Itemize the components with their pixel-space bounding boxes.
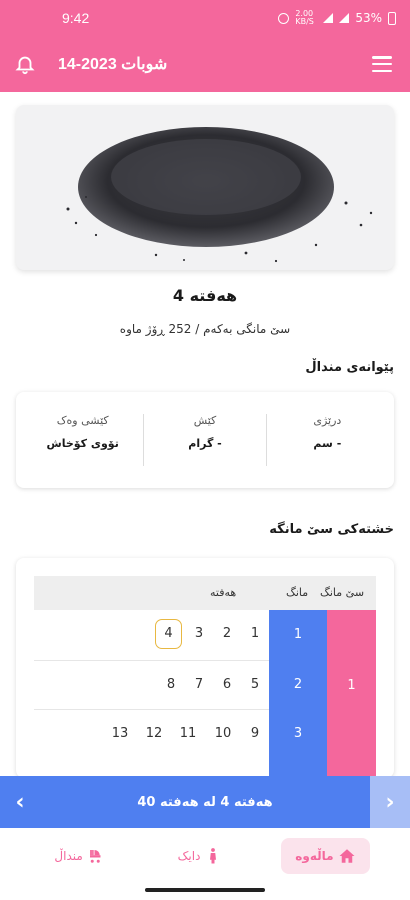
tab-baby[interactable]: منداڵ <box>40 838 118 874</box>
app-bar: 14-2023 شوبات <box>0 36 410 92</box>
week-cell[interactable]: 7 <box>187 677 211 692</box>
alarm-icon <box>278 12 290 24</box>
header-trimester: سێ مانگ <box>320 586 365 599</box>
home-icon <box>339 849 355 863</box>
month-column: 1 2 3 <box>269 610 327 778</box>
tab-home-label: ماڵەوە <box>295 849 334 863</box>
divider <box>143 414 145 466</box>
battery-icon <box>388 11 396 25</box>
month-number[interactable]: 2 <box>269 677 327 692</box>
month-number[interactable]: 1 <box>269 627 327 642</box>
week-cell[interactable]: 2 <box>215 626 239 641</box>
bottom-navigation: منداڵ دایک ماڵەوە <box>0 828 410 884</box>
network-speed: 2.00 KB/S <box>295 9 314 26</box>
week-cell[interactable]: 1 <box>243 626 267 641</box>
status-time: 9:42 <box>62 10 90 26</box>
measurements-heading: پێوانەی منداڵ <box>305 360 394 375</box>
row-divider <box>34 660 269 661</box>
length-value: - سم <box>313 437 342 450</box>
tab-home[interactable]: ماڵەوە <box>281 838 370 874</box>
calendar-heading: خشتەکی سێ مانگە <box>269 522 394 537</box>
week-navigator: ‹ هەفتە 4 لە هەفتە 40 › <box>0 776 410 828</box>
length-label: درێژی <box>313 414 342 427</box>
month-number[interactable]: 3 <box>269 726 327 741</box>
tab-baby-label: منداڵ <box>54 849 83 863</box>
week-cell[interactable]: 5 <box>243 677 267 692</box>
week-cell[interactable]: 12 <box>142 726 166 741</box>
divider <box>265 414 267 466</box>
trimester-cell: 1 <box>327 610 376 778</box>
size-comparison: کێشی وەک تۆوی کۆخاش <box>26 414 139 466</box>
week-cell[interactable]: 13 <box>108 726 132 741</box>
baby-size-image <box>16 105 394 270</box>
stroller-icon <box>89 850 101 863</box>
week-title: هەفتە 4 <box>172 286 238 305</box>
week-cell[interactable]: 3 <box>187 626 211 641</box>
weight-value: - گرام <box>188 437 222 450</box>
length-measure: درێژی - سم <box>271 414 384 466</box>
measurements-card: درێژی - سم کێش - گرام کێشی وەک تۆوی کۆخا… <box>16 392 394 488</box>
header-week: هەفتە <box>210 586 237 599</box>
page-title: 14-2023 شوبات <box>58 56 168 73</box>
battery-percent: 53% <box>355 11 382 25</box>
trimester-number: 1 <box>347 678 356 693</box>
weight-measure: کێش - گرام <box>148 414 261 466</box>
comparison-value: تۆوی کۆخاش <box>46 437 119 450</box>
mother-icon <box>210 848 217 864</box>
table-header: سێ مانگ مانگ هەفتە <box>34 576 376 610</box>
comparison-label: کێشی وەک <box>56 414 109 427</box>
header-month: مانگ <box>286 586 309 599</box>
menu-icon[interactable] <box>372 56 392 72</box>
wifi-icon <box>323 13 334 23</box>
prev-week-button[interactable]: ‹ <box>0 776 40 828</box>
weight-label: کێش <box>193 414 217 427</box>
week-cell-active[interactable]: 4 <box>155 619 182 649</box>
week-cell[interactable]: 6 <box>215 677 239 692</box>
week-cell[interactable]: 10 <box>211 726 235 741</box>
gesture-bar <box>145 888 265 892</box>
signal-icon <box>339 13 350 23</box>
tab-mother[interactable]: دایک <box>164 838 237 874</box>
row-divider <box>34 709 269 710</box>
week-cell[interactable]: 11 <box>176 726 200 741</box>
next-week-button[interactable]: › <box>369 776 410 828</box>
system-icons: 2.00 KB/S 53% <box>278 10 396 26</box>
bell-icon[interactable] <box>14 52 36 76</box>
pregnancy-age: سێ مانگی بەکەم / 252 ڕۆژ ماوە <box>119 322 291 336</box>
week-progress-label: هەفتە 4 لە هەفتە 40 <box>137 794 273 810</box>
tab-mother-label: دایک <box>177 849 201 863</box>
status-bar: 9:42 2.00 KB/S 53% <box>0 0 410 36</box>
trimester-table: سێ مانگ مانگ هەفتە 1 1 2 3 1 2 3 4 5 6 7… <box>16 558 394 778</box>
poppy-seeds-pile <box>66 127 373 263</box>
week-cell[interactable]: 8 <box>159 677 183 692</box>
week-cell[interactable]: 9 <box>243 726 267 741</box>
